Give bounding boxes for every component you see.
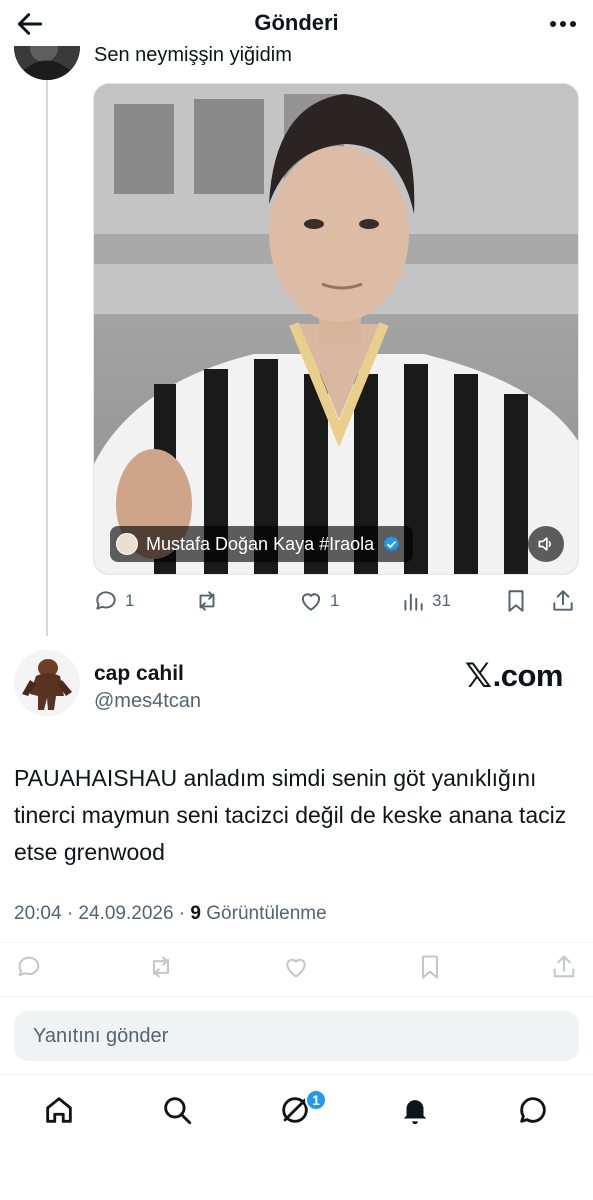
tweet-timestamp[interactable]: 20:04 · 24.09.2026 · bbox=[14, 903, 190, 924]
views-count: 31 bbox=[432, 591, 451, 610]
tab-home[interactable] bbox=[42, 1093, 80, 1131]
source-domain: .com bbox=[492, 658, 564, 693]
like-action[interactable]: 1 bbox=[298, 588, 339, 614]
reply-action[interactable]: 1 bbox=[93, 588, 134, 614]
tag-name: Mustafa Doğan Kaya #Iraola bbox=[146, 533, 375, 554]
thread-line bbox=[46, 80, 48, 636]
tweet-text: PAUAHAISHAU anladım simdi senin göt yanı… bbox=[14, 765, 567, 865]
reply-count: 1 bbox=[125, 591, 135, 610]
verified-badge-icon bbox=[384, 535, 400, 551]
bell-icon bbox=[403, 1100, 427, 1125]
ellipsis-icon bbox=[550, 21, 576, 27]
tab-messages[interactable] bbox=[516, 1093, 554, 1131]
watermark-source: 𝕏 .com bbox=[464, 656, 564, 696]
divider bbox=[0, 996, 593, 997]
page-title: Gönderi bbox=[254, 10, 339, 35]
speaker-icon bbox=[538, 537, 551, 551]
share-action[interactable] bbox=[550, 588, 576, 614]
video-frame-image bbox=[94, 84, 578, 574]
parent-tweet-text: Sen neymişşin yiğidim bbox=[94, 44, 292, 66]
search-icon bbox=[164, 1097, 192, 1125]
views-action[interactable]: 31 bbox=[400, 588, 451, 614]
heart-icon bbox=[301, 593, 321, 611]
share-icon bbox=[553, 590, 573, 611]
tweet-views-count: 9 bbox=[190, 903, 201, 924]
tweet-views-label: Görüntülenme bbox=[201, 903, 327, 924]
parent-tweet-video[interactable]: Mustafa Doğan Kaya #Iraola bbox=[93, 83, 579, 575]
reply-input[interactable] bbox=[14, 1011, 579, 1061]
author-handle[interactable]: @mes4tcan bbox=[94, 690, 201, 713]
notification-badge: 1 bbox=[305, 1089, 327, 1111]
author-avatar[interactable] bbox=[14, 650, 80, 716]
like-count: 1 bbox=[330, 591, 340, 610]
repost-icon bbox=[199, 591, 215, 611]
comment-icon bbox=[96, 591, 116, 610]
home-icon bbox=[46, 1097, 72, 1123]
divider bbox=[0, 942, 593, 943]
bookmark-action[interactable] bbox=[503, 588, 529, 614]
tag-avatar bbox=[116, 533, 138, 555]
bookmark-icon[interactable] bbox=[416, 953, 444, 981]
tab-notifications[interactable] bbox=[398, 1093, 436, 1131]
heart-icon[interactable] bbox=[282, 953, 310, 981]
video-author-tag[interactable]: Mustafa Doğan Kaya #Iraola bbox=[110, 526, 414, 562]
more-options-button[interactable] bbox=[545, 8, 581, 40]
repost-icon[interactable] bbox=[147, 953, 175, 981]
messages-icon bbox=[520, 1097, 546, 1123]
comment-icon[interactable] bbox=[15, 953, 43, 981]
tab-search[interactable] bbox=[160, 1093, 198, 1131]
repost-action[interactable] bbox=[194, 588, 226, 614]
bottom-tab-bar: 1 bbox=[0, 1074, 593, 1200]
x-logo-icon: 𝕏 bbox=[464, 657, 492, 695]
bookmark-icon bbox=[508, 590, 524, 612]
share-icon[interactable] bbox=[550, 953, 578, 981]
top-bar: Gönderi bbox=[0, 0, 593, 46]
tweet-metadata: 20:04 · 24.09.2026 · 9 Görüntülenme bbox=[14, 903, 327, 925]
analytics-icon bbox=[404, 593, 423, 611]
mute-button[interactable] bbox=[528, 526, 564, 562]
reply-composer bbox=[14, 1011, 579, 1061]
author-display-name[interactable]: cap cahil bbox=[94, 662, 184, 686]
